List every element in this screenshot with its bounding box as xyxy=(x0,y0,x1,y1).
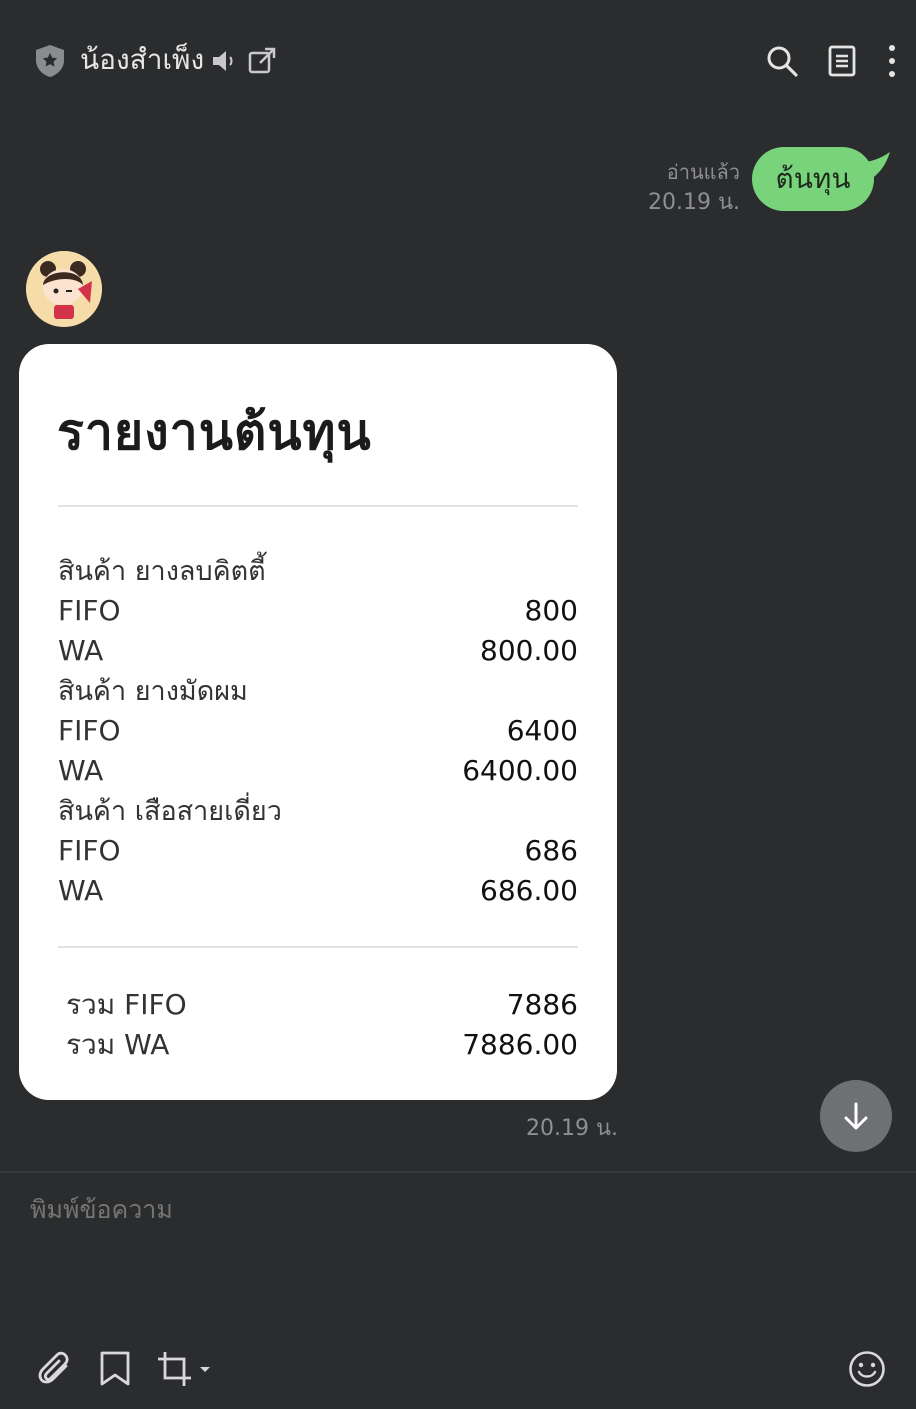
wa-label: WA xyxy=(58,874,104,907)
wa-label: WA xyxy=(58,754,104,787)
sent-message-time: 20.19 น. xyxy=(647,190,740,215)
wa-row: WA 686.00 xyxy=(58,871,578,911)
chat-title[interactable]: น้องสำเพ็ง xyxy=(80,40,204,80)
paperclip-icon[interactable] xyxy=(36,1350,74,1388)
product-row: สินค้า เสือสายเดี่ยว xyxy=(58,792,578,832)
composer-divider xyxy=(0,1171,916,1173)
fifo-label: FIFO xyxy=(58,714,121,747)
product-row: สินค้า ยางมัดผม xyxy=(58,672,578,712)
product-row: สินค้า ยางลบคิตตี้ xyxy=(58,552,578,592)
fifo-value: 800 xyxy=(524,594,578,627)
received-message-time: 20.19 น. xyxy=(526,1116,619,1141)
message-input[interactable] xyxy=(30,1190,790,1230)
bookmark-icon[interactable] xyxy=(99,1351,131,1387)
chat-window: น้องสำเพ็ง อ่านแล้ว 20.19 น. ต้นทุน รายง… xyxy=(0,0,916,1409)
shield-icon xyxy=(36,45,64,77)
wa-label: WA xyxy=(58,634,104,667)
wa-row: WA 6400.00 xyxy=(58,751,578,791)
search-icon[interactable] xyxy=(765,44,799,78)
crop-icon[interactable] xyxy=(156,1350,214,1388)
total-fifo-label: รวม FIFO xyxy=(66,988,187,1021)
total-wa-label: รวม WA xyxy=(66,1028,170,1061)
fifo-value: 686 xyxy=(524,834,578,867)
emoji-icon[interactable] xyxy=(848,1350,886,1388)
wa-value: 686.00 xyxy=(480,874,578,907)
divider xyxy=(58,505,578,507)
avatar-image xyxy=(26,251,102,327)
fifo-row: FIFO 6400 xyxy=(58,711,578,751)
total-fifo-row: รวม FIFO 7886 xyxy=(66,985,578,1025)
fifo-row: FIFO 800 xyxy=(58,591,578,631)
scroll-to-bottom-button[interactable] xyxy=(820,1080,892,1152)
product-label: สินค้า เสือสายเดี่ยว xyxy=(58,796,282,827)
wa-value: 800.00 xyxy=(480,634,578,667)
notes-icon[interactable] xyxy=(827,44,857,78)
chat-header: น้องสำเพ็ง xyxy=(0,0,916,122)
mute-icon xyxy=(213,51,233,71)
wa-value: 6400.00 xyxy=(462,754,578,787)
avatar[interactable] xyxy=(26,251,102,327)
product-label: สินค้า ยางมัดผม xyxy=(58,676,248,707)
more-vertical-icon[interactable] xyxy=(880,43,904,79)
external-link-icon[interactable] xyxy=(247,46,277,76)
divider xyxy=(58,946,578,948)
total-fifo-value: 7886 xyxy=(506,988,578,1021)
fifo-row: FIFO 686 xyxy=(58,831,578,871)
total-wa-value: 7886.00 xyxy=(462,1028,578,1061)
fifo-label: FIFO xyxy=(58,594,121,627)
cost-report-card[interactable]: รายงานต้นทุน สินค้า ยางลบคิตตี้ FIFO 800… xyxy=(19,344,617,1100)
fifo-label: FIFO xyxy=(58,834,121,867)
total-wa-row: รวม WA 7886.00 xyxy=(66,1025,578,1065)
wa-row: WA 800.00 xyxy=(58,631,578,671)
fifo-value: 6400 xyxy=(506,714,578,747)
product-label: สินค้า ยางลบคิตตี้ xyxy=(58,556,266,587)
report-title: รายงานต้นทุน xyxy=(57,403,372,461)
sent-message-bubble[interactable]: ต้นทุน xyxy=(752,147,874,211)
arrow-down-icon xyxy=(844,1102,868,1130)
